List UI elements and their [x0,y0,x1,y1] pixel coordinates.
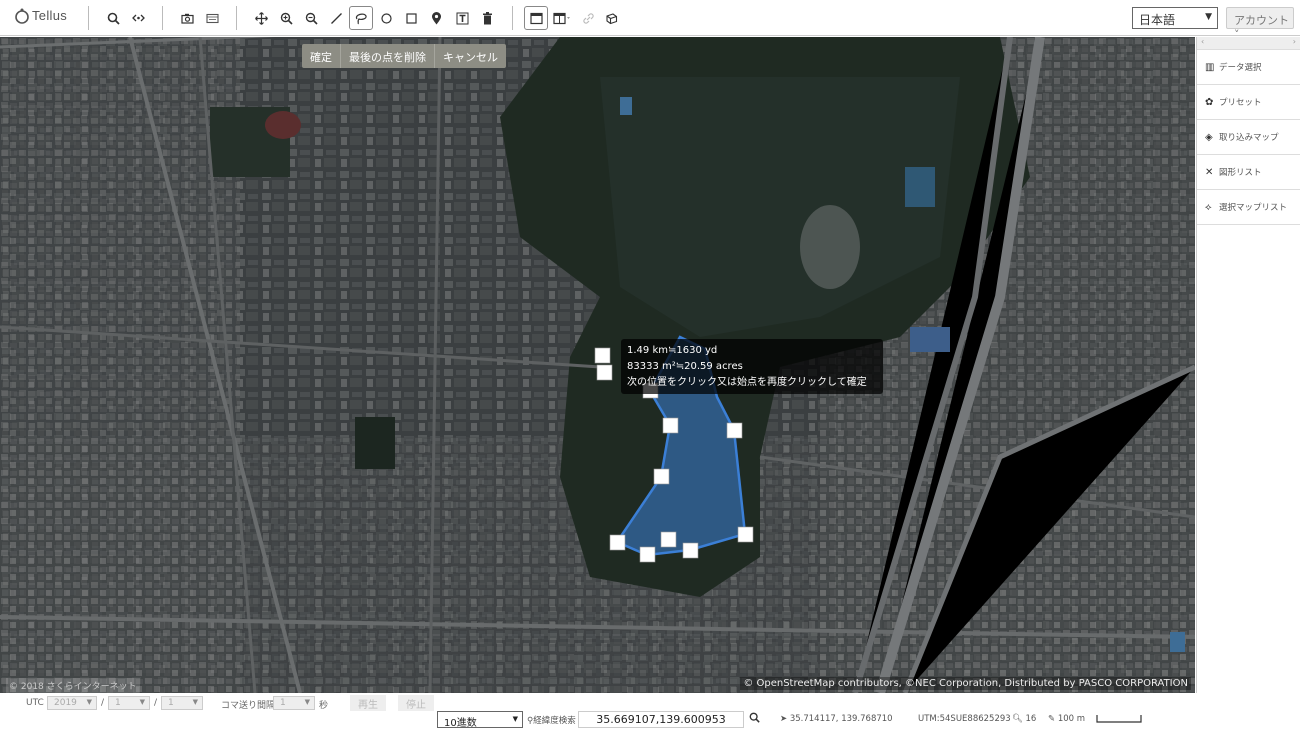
scale-text: ✎ 100 m [1048,714,1086,724]
pencil-icon: ✎ [1048,714,1058,724]
tellus-logo-icon [15,8,29,24]
chevron-down-icon: ▼ [139,698,145,706]
utm-text: UTM:54SUE88625293 [918,714,1011,724]
zoom-in-icon[interactable] [276,8,296,28]
sidebar-item-label: データ選択 [1219,63,1262,73]
language-value: 日本語 [1139,13,1176,27]
measurement-tooltip: 1.49 km≒1630 yd 83333 m²≒20.59 acres 次の位… [621,339,883,394]
map-pin-icon: ⟡ [1205,201,1212,213]
trash-icon[interactable] [477,8,497,28]
tellus-logo[interactable]: Tellus [14,8,67,24]
split-window-icon[interactable] [552,8,572,28]
scale-bar [1096,715,1142,723]
camera-icon[interactable] [177,8,197,28]
play-button[interactable]: 再生 [350,695,386,711]
seconds-label: 秒 [319,701,329,711]
toolbar-divider [88,6,89,30]
line-icon[interactable] [326,8,346,28]
distance-text: 1.49 km≒1630 yd [627,345,718,356]
palette-icon: ✿ [1205,96,1214,108]
toolbar-divider [162,6,163,30]
remove-last-point-button[interactable]: 最後の点を削除 [341,44,435,68]
satellite-imagery [0,37,1195,693]
sidebar-item-selected-maps[interactable]: ⟡ 選択マップリスト [1197,190,1300,225]
month-select[interactable]: 1 ▼ [108,696,150,710]
chevron-down-icon: ▼ [304,698,310,706]
sidebar-item-preset[interactable]: ✿ プリセット [1197,85,1300,120]
interval-value: 1 [280,698,286,708]
area-text: 83333 m²≒20.59 acres [627,361,743,372]
circle-icon[interactable] [376,8,396,28]
coord-format-value: 10進数 [444,718,477,729]
zoom-level: 🔍︎ 16 [1012,714,1037,724]
film-icon[interactable] [202,8,222,28]
map-attribution: © OpenStreetMap contributors, ©NEC Corpo… [740,677,1191,690]
sidebar-item-data-select[interactable]: ▥ データ選択 [1197,50,1300,85]
logo-text: Tellus [32,8,68,23]
sidebar-item-label: 取り込みマップ [1219,133,1279,143]
day-select[interactable]: 1 ▼ [161,696,203,710]
sidebar-item-imported-maps[interactable]: ◈ 取り込みマップ [1197,120,1300,155]
chevron-down-icon: ▼ [512,715,518,723]
zoom-out-icon[interactable] [301,8,321,28]
cancel-button[interactable]: キャンセル [435,44,506,68]
year-value: 2019 [54,698,77,708]
stop-button[interactable]: 停止 [398,695,434,711]
instruction-text: 次の位置をクリック又は始点を再度クリックして確定 [627,377,867,388]
account-label: アカウント [1234,14,1289,27]
layers-icon: ◈ [1205,131,1213,143]
sidebar-item-label: 選択マップリスト [1219,203,1288,213]
toolbar-divider [236,6,237,30]
language-select[interactable]: 日本語 ▼ [1132,7,1218,29]
day-value: 1 [168,698,174,708]
year-select[interactable]: 2019 ▼ [47,696,97,710]
square-icon[interactable] [401,8,421,28]
month-value: 1 [115,698,121,708]
window-icon[interactable] [524,6,548,30]
sidebar-collapse-bar[interactable]: ‹ › [1197,37,1300,50]
search-icon[interactable] [103,8,123,28]
chain-icon[interactable] [578,8,598,28]
shapes-icon: ✕ [1205,166,1214,178]
account-button[interactable]: アカウント ˅ [1226,7,1294,41]
search-icon[interactable] [749,712,760,726]
toolbar-divider [512,6,513,30]
draw-action-bar: 確定 最後の点を削除 キャンセル [302,44,506,68]
chevron-down-icon: ▼ [86,698,92,706]
confirm-button[interactable]: 確定 [302,44,341,68]
sidebar-item-label: 図形リスト [1219,168,1262,178]
right-sidebar: ‹ › ▥ データ選択 ✿ プリセット ◈ 取り込みマップ ✕ 図形リスト ⟡ 選択マップ… [1196,37,1300,693]
link-icon[interactable] [128,8,148,28]
zoom-icon: 🔍︎ [1012,714,1026,724]
copyright-text: © 2018 さくらインターネット [6,678,140,693]
lasso-icon[interactable] [349,6,373,30]
time-controls: UTC 2019 ▼ / 1 ▼ / 1 ▼ コマ送り間隔 1 ▼ 秒 再生 停止 [0,693,440,713]
marker-icon[interactable] [426,8,446,28]
data-icon: ▥ [1205,61,1215,73]
chevron-right-icon[interactable]: › [1293,37,1296,46]
interval-select[interactable]: 1 ▼ [273,696,315,710]
sidebar-item-label: プリセット [1219,98,1262,108]
date-separator: / [101,698,105,708]
coord-format-select[interactable]: 10進数 ▼ [437,711,523,729]
chevron-down-icon: ▼ [1205,12,1212,22]
map-view[interactable]: 確定 最後の点を削除 キャンセル 1.49 km≒1630 yd 83333 m… [0,37,1195,693]
chevron-left-icon[interactable]: ‹ [1201,37,1204,46]
sidebar-item-shape-list[interactable]: ✕ 図形リスト [1197,155,1300,190]
cursor-coords: ➤ 35.714117, 139.768710 [780,714,893,724]
text-icon[interactable] [452,8,472,28]
utc-label: UTC [26,698,44,708]
cube-icon[interactable] [601,8,621,28]
coord-search-input[interactable]: 35.669107,139.600953 [578,711,744,728]
frame-interval-label: コマ送り間隔 [221,701,276,711]
date-separator: / [154,698,158,708]
move-icon[interactable] [251,8,271,28]
main-toolbar: Tellus 日本語 ▼ アカウント ˅ [0,0,1300,41]
cursor-icon: ➤ [780,714,790,724]
coord-search-label: ⚲経緯度検索 [527,716,576,726]
status-bar: 10進数 ▼ ⚲経緯度検索 35.669107,139.600953 ➤ 35.… [0,711,1300,729]
chevron-down-icon: ▼ [192,698,198,706]
